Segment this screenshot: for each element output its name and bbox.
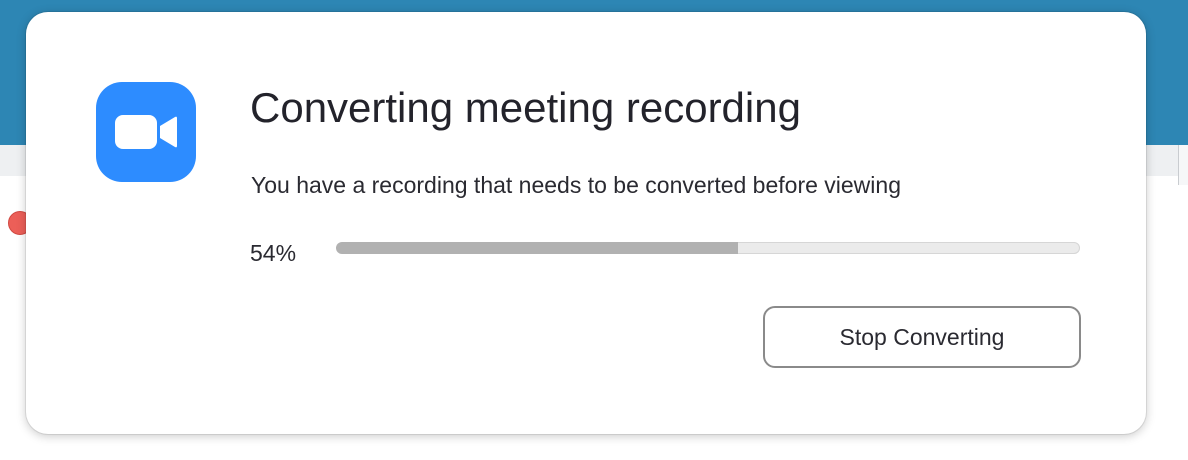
dialog-message: You have a recording that needs to be co… bbox=[251, 172, 901, 198]
background-window-edge bbox=[1178, 145, 1188, 185]
stop-converting-button[interactable]: Stop Converting bbox=[763, 306, 1081, 368]
progress-bar bbox=[336, 242, 1080, 254]
progress-percent: 54% bbox=[250, 240, 297, 266]
screen: Converting meeting recording You have a … bbox=[0, 0, 1188, 460]
zoom-video-camera-icon bbox=[96, 82, 196, 182]
video-camera-glyph bbox=[115, 115, 177, 149]
progress-bar-fill bbox=[336, 242, 738, 254]
dialog-title: Converting meeting recording bbox=[250, 84, 801, 131]
converting-dialog: Converting meeting recording You have a … bbox=[26, 12, 1146, 434]
